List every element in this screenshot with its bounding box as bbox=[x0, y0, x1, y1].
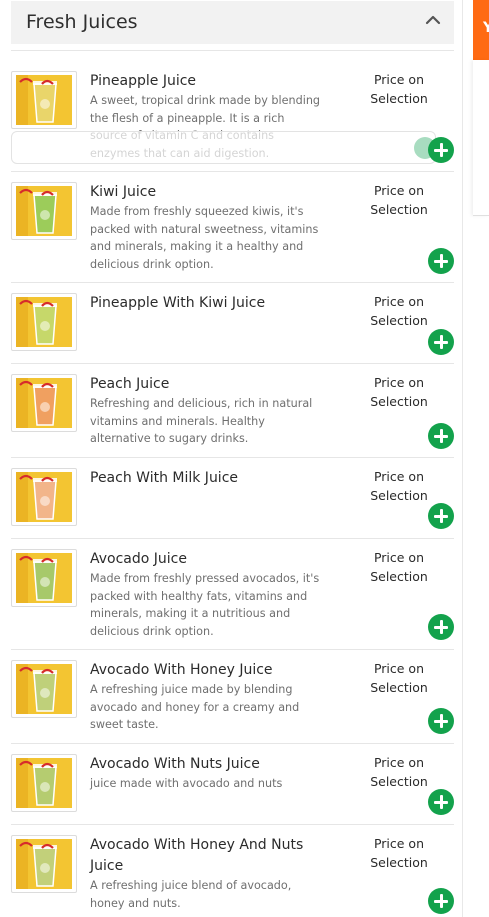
item-image bbox=[11, 835, 77, 893]
item-price: Price on Selection bbox=[370, 183, 428, 217]
item-description: Made from freshly squeezed kiwis, it's p… bbox=[90, 205, 319, 271]
item-price: Price on Selection bbox=[370, 294, 428, 328]
add-button[interactable] bbox=[428, 248, 454, 274]
drink-illustration bbox=[16, 664, 72, 714]
item-price: Price on Selection bbox=[370, 72, 428, 106]
item-image bbox=[11, 182, 77, 240]
item-name: Avocado With Honey Juice bbox=[90, 662, 273, 678]
add-button[interactable] bbox=[428, 137, 454, 163]
item-name: Pineapple Juice bbox=[90, 73, 197, 89]
item-price: Price on Selection bbox=[370, 836, 428, 870]
drink-illustration bbox=[16, 297, 72, 347]
item-image bbox=[11, 754, 77, 812]
header-divider bbox=[11, 50, 454, 51]
add-button[interactable] bbox=[428, 614, 454, 640]
add-button[interactable] bbox=[428, 888, 454, 914]
row-divider bbox=[11, 282, 454, 283]
item-image bbox=[11, 71, 77, 129]
item-image bbox=[11, 549, 77, 607]
row-divider bbox=[11, 538, 454, 539]
row-divider bbox=[11, 824, 454, 825]
drink-illustration bbox=[16, 839, 72, 889]
item-image bbox=[11, 468, 77, 526]
item-image bbox=[11, 293, 77, 351]
item-price: Price on Selection bbox=[370, 469, 428, 503]
chevron-up-icon[interactable] bbox=[424, 11, 442, 29]
add-button[interactable] bbox=[428, 708, 454, 734]
item-price: Price on Selection bbox=[370, 375, 428, 409]
add-button[interactable] bbox=[428, 423, 454, 449]
item-description: Made from freshly pressed avocados, it's… bbox=[90, 572, 320, 638]
item-name: Avocado Juice bbox=[90, 551, 187, 567]
drink-illustration bbox=[16, 472, 72, 522]
item-name: Pineapple With Kiwi Juice bbox=[90, 295, 266, 311]
side-tab-letter: Y bbox=[483, 20, 489, 36]
item-image bbox=[11, 660, 77, 718]
side-tab[interactable]: Y bbox=[473, 0, 489, 60]
drink-illustration bbox=[16, 75, 72, 125]
row-divider bbox=[11, 457, 454, 458]
add-button[interactable] bbox=[428, 789, 454, 815]
row-divider bbox=[11, 363, 454, 364]
item-description: Refreshing and delicious, rich in natura… bbox=[90, 397, 313, 445]
section-title: Fresh Juices bbox=[26, 11, 138, 33]
item-name: Avocado With Honey And Nuts Juice bbox=[90, 837, 304, 874]
add-button[interactable] bbox=[428, 503, 454, 529]
toast-card bbox=[11, 131, 436, 164]
item-price: Price on Selection bbox=[370, 755, 428, 789]
section-header[interactable]: Fresh Juices bbox=[11, 1, 454, 44]
side-panel bbox=[473, 60, 489, 216]
item-description: A refreshing juice blend of avocado, hon… bbox=[90, 879, 292, 910]
item-name: Peach With Milk Juice bbox=[90, 470, 239, 486]
row-divider bbox=[11, 743, 454, 744]
drink-illustration bbox=[16, 186, 72, 236]
item-price: Price on Selection bbox=[370, 661, 428, 695]
item-price: Price on Selection bbox=[370, 550, 428, 584]
drink-illustration bbox=[16, 553, 72, 603]
panel-edge bbox=[462, 0, 463, 917]
row-divider bbox=[11, 171, 454, 172]
item-name: Peach Juice bbox=[90, 376, 170, 392]
row-divider bbox=[11, 649, 454, 650]
item-name: Avocado With Nuts Juice bbox=[90, 756, 260, 772]
item-description: juice made with avocado and nuts bbox=[90, 777, 283, 790]
item-name: Kiwi Juice bbox=[90, 184, 157, 200]
drink-illustration bbox=[16, 758, 72, 808]
item-description: A refreshing juice made by blending avoc… bbox=[90, 683, 300, 731]
menu-section: Fresh Juices Pineapple Juice A sweet, tr… bbox=[11, 0, 454, 917]
item-image bbox=[11, 374, 77, 432]
drink-illustration bbox=[16, 378, 72, 428]
add-button[interactable] bbox=[428, 329, 454, 355]
